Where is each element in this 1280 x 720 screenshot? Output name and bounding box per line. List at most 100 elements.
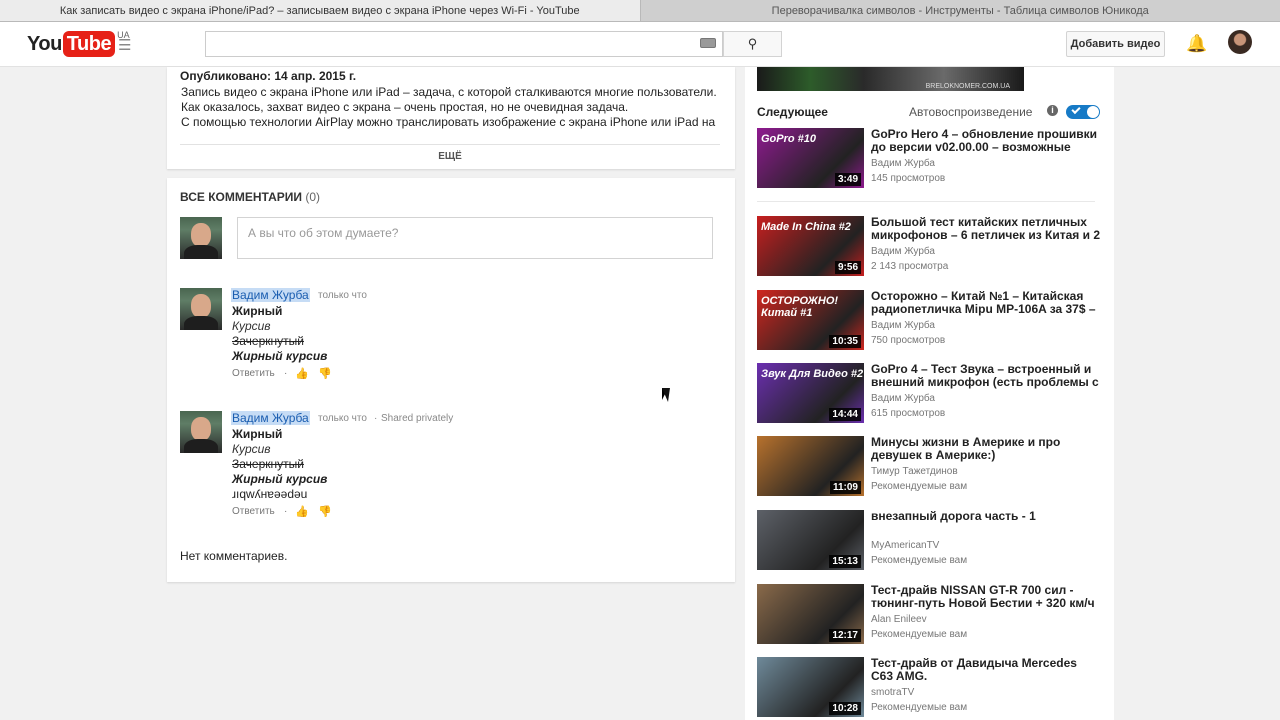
video-channel: MyAmericanTV — [871, 540, 940, 551]
video-title[interactable]: GoPro 4 – Тест Звука – встроенный и внеш… — [871, 363, 1101, 389]
divider — [757, 201, 1095, 202]
video-channel: Вадим Журба — [871, 393, 935, 404]
video-channel: Тимур Тажетдинов — [871, 466, 958, 477]
video-channel: Вадим Журба — [871, 158, 935, 169]
video-title[interactable]: Тест-драйв NISSAN GT-R 700 сил - тюнинг-… — [871, 584, 1101, 612]
avatar[interactable] — [180, 411, 222, 453]
comment-line-italic: Курсив — [232, 319, 271, 333]
avatar — [180, 217, 222, 259]
video-title[interactable]: Большой тест китайских петличных микрофо… — [871, 216, 1101, 242]
video-views: Рекомендуемые вам — [871, 702, 968, 713]
reply-button[interactable]: Ответить — [232, 506, 275, 517]
youtube-logo[interactable]: You Tube UA — [27, 30, 130, 57]
video-thumbnail[interactable]: BRELOKNOMER.COM.UA — [757, 67, 1024, 91]
thumbs-down-icon[interactable]: 👎 — [318, 505, 332, 518]
privacy-label: Shared privately — [381, 413, 454, 424]
thumbnail-caption: GoPro #10 — [761, 133, 817, 145]
video-duration: 11:09 — [829, 481, 861, 494]
upload-button[interactable]: Добавить видео — [1066, 31, 1165, 57]
publish-date: Опубликовано: 14 апр. 2015 г. — [180, 69, 357, 83]
browser-tab-bar: Как записать видео с экрана iPhone/iPad?… — [0, 0, 1280, 22]
separator-dot: · — [284, 506, 288, 517]
video-title[interactable]: Осторожно – Китай №1 – Китайская радиопе… — [871, 290, 1101, 316]
comment-line-flipped: ɹıqwʎнɐǝǝdǝu — [232, 487, 308, 501]
search-input[interactable] — [205, 31, 723, 57]
video-channel: Alan Enileev — [871, 614, 927, 625]
comment-input[interactable]: А вы что об этом думаете? — [237, 217, 713, 259]
video-thumbnail[interactable]: Made In China #2 9:56 — [757, 216, 864, 276]
video-thumbnail[interactable]: 15:13 — [757, 510, 864, 570]
search-icon: ⚲ — [747, 36, 758, 51]
video-duration: 15:13 — [829, 555, 861, 568]
video-duration: 9:56 — [834, 261, 861, 274]
video-channel: Вадим Журба — [871, 320, 935, 331]
video-thumbnail[interactable]: 12:17 — [757, 584, 864, 644]
description-line: Запись видео с экрана iPhone или iPad – … — [181, 85, 717, 99]
video-thumbnail[interactable]: GoPro #10 3:49 — [757, 128, 864, 188]
comment-time[interactable]: только что — [318, 413, 367, 424]
related-video-item[interactable]: 10:28 Тест-драйв от Давидыча Mercedes C63… — [757, 657, 1102, 719]
comments-section: ВСЕ КОММЕНТАРИИ (0) А вы что об этом дум… — [167, 178, 735, 582]
video-duration: 12:17 — [829, 629, 861, 642]
related-video-item[interactable]: 11:09 Минусы жизни в Америке и про девуше… — [757, 436, 1102, 498]
related-video-item[interactable]: Звук Для Видео #2 14:44 GoPro 4 – Тест Зву… — [757, 363, 1102, 425]
tab-youtube[interactable]: Как записать видео с экрана iPhone/iPad?… — [0, 0, 641, 21]
related-video-item[interactable]: 12:17 Тест-драйв NISSAN GT-R 700 сил - тю… — [757, 584, 1102, 646]
related-video-item[interactable]: Made In China #2 9:56 Большой тест китайск… — [757, 216, 1102, 278]
autoplay-toggle[interactable] — [1066, 105, 1100, 119]
thumbs-down-icon[interactable]: 👎 — [318, 367, 332, 380]
comment-author[interactable]: Вадим Журба — [231, 411, 310, 425]
description-line: Как оказалось, захват видео с экрана – о… — [181, 100, 629, 114]
reply-button[interactable]: Ответить — [232, 368, 275, 379]
related-video-item[interactable]: 15:13 внезапный дорога часть - 1 MyAmerica… — [757, 510, 1102, 572]
separator-dot: · — [284, 368, 288, 379]
thumbs-up-icon[interactable]: 👍 — [295, 505, 309, 518]
thumbnail-caption: BRELOKNOMER.COM.UA — [925, 83, 1010, 90]
comment-line-bold-italic: Жирный курсив — [232, 349, 328, 363]
video-views: 615 просмотров — [871, 408, 946, 419]
comment-time[interactable]: только что — [318, 290, 367, 301]
comment-line-bold: Жирный — [232, 304, 283, 318]
video-title[interactable]: внезапный дорога часть - 1 — [871, 510, 1101, 523]
video-duration: 14:44 — [829, 408, 861, 421]
show-more-button[interactable]: ЕЩЁ — [180, 144, 720, 169]
video-title[interactable]: GoPro Hero 4 – обновление прошивки до ве… — [871, 128, 1101, 154]
video-views: 145 просмотров — [871, 173, 946, 184]
video-thumbnail[interactable]: Звук Для Видео #2 14:44 — [757, 363, 864, 423]
comments-header: ВСЕ КОММЕНТАРИИ (0) — [180, 190, 320, 204]
video-views: Рекомендуемые вам — [871, 629, 968, 640]
avatar[interactable] — [180, 288, 222, 330]
watch-sidebar: BRELOKNOMER.COM.UA Следующее Автовоспрои… — [745, 67, 1114, 720]
account-avatar[interactable] — [1228, 30, 1252, 54]
related-video-item[interactable]: ОСТОРОЖНО! Китай #1 10:35 Осторожно – Кита… — [757, 290, 1102, 352]
comments-count: (0) — [305, 190, 321, 204]
video-channel: smotraTV — [871, 687, 915, 698]
no-comments-text: Нет комментариев. — [180, 549, 288, 563]
guide-menu-icon[interactable]: ☰ — [118, 36, 131, 54]
video-views: Рекомендуемые вам — [871, 481, 968, 492]
mouse-cursor — [662, 388, 674, 400]
bell-icon[interactable]: 🔔 — [1186, 34, 1207, 54]
video-thumbnail[interactable]: 10:28 — [757, 657, 864, 717]
video-description: Опубликовано: 14 апр. 2015 г. Запись вид… — [167, 67, 735, 169]
video-duration: 10:35 — [829, 335, 861, 348]
video-title[interactable]: Минусы жизни в Америке и про девушек в А… — [871, 436, 1101, 462]
logo-tube: Tube — [62, 31, 116, 57]
video-thumbnail[interactable]: ОСТОРОЖНО! Китай #1 10:35 — [757, 290, 864, 350]
comment-author[interactable]: Вадим Журба — [231, 288, 310, 302]
video-duration: 3:49 — [834, 173, 861, 186]
video-views: 750 просмотров — [871, 335, 946, 346]
comment-line-bold: Жирный — [232, 427, 283, 441]
search-button[interactable]: ⚲ — [723, 31, 782, 57]
comment-line-strike: Зачеркнутый — [232, 457, 304, 471]
tab-unicode-flip[interactable]: Переворачивалка символов - Инструменты -… — [640, 0, 1280, 21]
masthead: You Tube UA ☰ ⚲ Добавить видео 🔔 — [0, 22, 1280, 67]
video-title[interactable]: Тест-драйв от Давидыча Mercedes C63 AMG. — [871, 657, 1101, 683]
video-thumbnail[interactable]: 11:09 — [757, 436, 864, 496]
related-video-item[interactable]: GoPro #10 3:49 GoPro Hero 4 – обновление п… — [757, 128, 1102, 190]
description-line: С помощью технологии AirPlay можно транс… — [181, 115, 716, 129]
comment-line-strike: Зачеркнутый — [232, 334, 304, 348]
thumbs-up-icon[interactable]: 👍 — [295, 367, 309, 380]
info-icon[interactable]: i — [1047, 105, 1058, 116]
keyboard-icon[interactable] — [700, 38, 716, 48]
